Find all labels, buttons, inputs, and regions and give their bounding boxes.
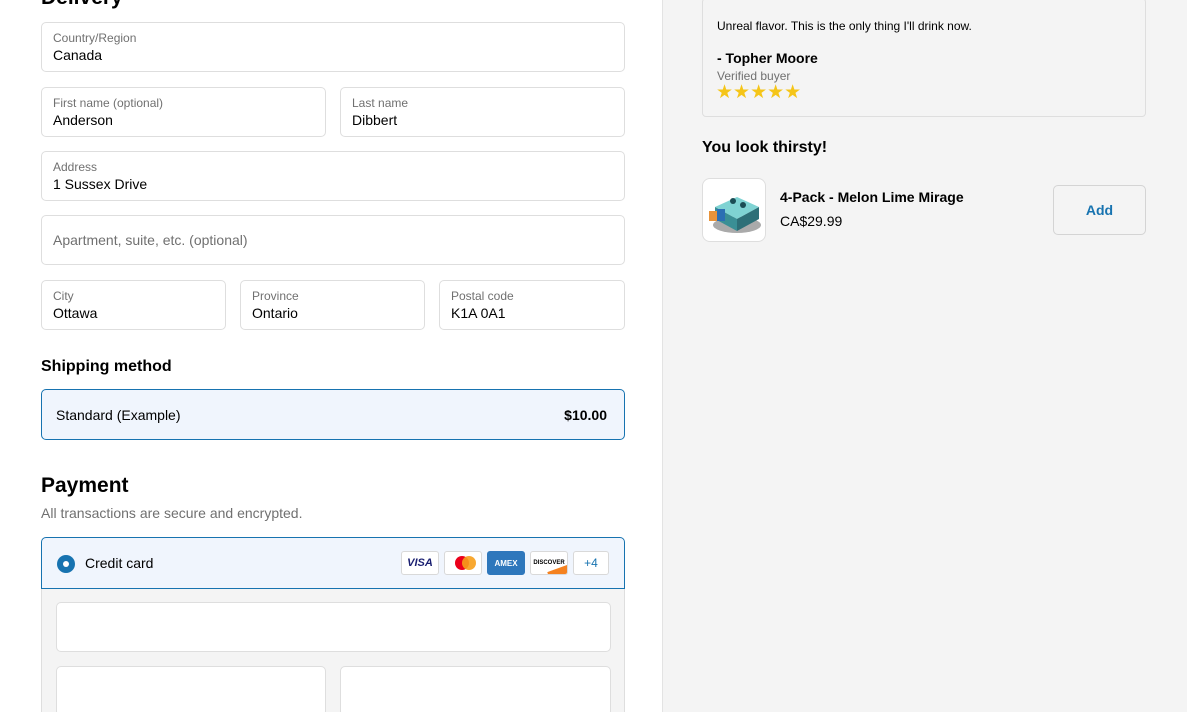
province-value: Ontario <box>252 305 298 321</box>
product-thumbnail <box>702 178 766 242</box>
credit-card-fields <box>41 589 625 712</box>
first-name-label: First name (optional) <box>53 96 164 110</box>
country-select[interactable]: Country/Region Canada <box>41 22 625 72</box>
country-value: Canada <box>53 47 103 63</box>
delivery-heading: Delivery <box>41 0 123 10</box>
first-name-field[interactable]: First name (optional) Anderson <box>41 87 326 137</box>
postal-code-label: Postal code <box>451 289 514 303</box>
payment-heading: Payment <box>41 474 129 497</box>
address-label: Address <box>53 160 98 174</box>
apartment-placeholder: Apartment, suite, etc. (optional) <box>53 232 248 248</box>
card-brands: VISA AMEX DISCOVER +4 <box>401 551 609 575</box>
apartment-field[interactable]: Apartment, suite, etc. (optional) <box>41 215 625 265</box>
shipping-method-heading: Shipping method <box>41 358 172 375</box>
discover-icon: DISCOVER <box>530 551 568 575</box>
visa-icon: VISA <box>401 551 439 575</box>
drink-pack-icon <box>709 197 761 233</box>
address-field[interactable]: Address 1 Sussex Drive <box>41 151 625 201</box>
radio-selected-icon[interactable] <box>57 555 75 573</box>
upsell-product-price: CA$29.99 <box>780 213 843 229</box>
credit-card-label: Credit card <box>85 555 154 571</box>
shipping-option-price: $10.00 <box>564 407 607 423</box>
postal-code-field[interactable]: Postal code K1A 0A1 <box>439 280 625 330</box>
payment-option-credit-card[interactable]: Credit card VISA AMEX DISCOVER +4 <box>41 537 625 589</box>
customer-review: Unreal flavor. This is the only thing I'… <box>702 0 1146 117</box>
city-label: City <box>53 289 74 303</box>
mastercard-icon <box>444 551 482 575</box>
postal-code-value: K1A 0A1 <box>451 305 506 321</box>
payment-subtitle: All transactions are secure and encrypte… <box>41 505 303 521</box>
more-cards-badge[interactable]: +4 <box>573 551 609 575</box>
card-number-field[interactable] <box>56 602 611 652</box>
order-summary-column: Unreal flavor. This is the only thing I'… <box>662 0 1187 712</box>
expiration-date-field[interactable] <box>56 666 326 712</box>
upsell-heading: You look thirsty! <box>702 139 828 156</box>
shipping-option-name: Standard (Example) <box>56 407 181 423</box>
review-quote: Unreal flavor. This is the only thing I'… <box>717 19 972 33</box>
last-name-value: Dibbert <box>352 112 398 128</box>
city-field[interactable]: City Ottawa <box>41 280 226 330</box>
province-select[interactable]: Province Ontario <box>240 280 425 330</box>
review-author: - Topher Moore <box>717 50 818 66</box>
country-label: Country/Region <box>53 31 137 45</box>
address-value: 1 Sussex Drive <box>53 176 148 192</box>
first-name-value: Anderson <box>53 112 113 128</box>
last-name-field[interactable]: Last name Dibbert <box>340 87 625 137</box>
checkout-form-column: Delivery Country/Region Canada First nam… <box>0 0 662 712</box>
province-label: Province <box>252 289 299 303</box>
upsell-product-name: 4-Pack - Melon Lime Mirage <box>780 189 964 205</box>
city-value: Ottawa <box>53 305 98 321</box>
security-code-field[interactable] <box>340 666 611 712</box>
rating-stars-icon: ★★★★★ <box>716 82 802 103</box>
add-upsell-button[interactable]: Add <box>1053 185 1146 235</box>
last-name-label: Last name <box>352 96 409 110</box>
shipping-option-standard[interactable]: Standard (Example) $10.00 <box>41 389 625 440</box>
amex-icon: AMEX <box>487 551 525 575</box>
